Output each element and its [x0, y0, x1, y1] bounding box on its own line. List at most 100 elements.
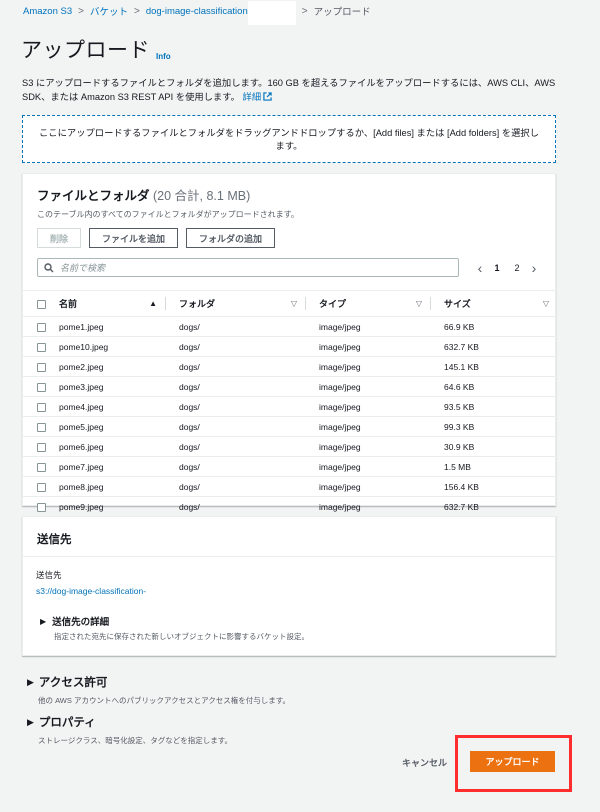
breadcrumb-bucket-name[interactable]: dog-image-classification [146, 6, 248, 17]
destination-details-toggle[interactable]: ▶ 送信先の詳細 [40, 614, 110, 629]
file-type: image/jpeg [305, 376, 430, 397]
next-page-icon[interactable]: › [527, 260, 541, 276]
caret-right-icon: ▶ [27, 716, 34, 727]
row-checkbox[interactable] [37, 402, 46, 412]
prev-page-icon[interactable]: ‹ [473, 260, 487, 276]
table-row[interactable]: pome4.jpeg dogs/image/jpeg 93.5 KB [23, 396, 557, 417]
row-checkbox[interactable] [37, 382, 46, 392]
file-dropzone[interactable]: ここにアップロードするファイルとフォルダをドラッグアンドドロップするか、[Add… [22, 115, 556, 163]
add-folder-button[interactable]: フォルダの追加 [186, 228, 276, 248]
redaction-mask [247, 1, 296, 25]
file-type: image/jpeg [305, 356, 430, 377]
row-checkbox[interactable] [37, 322, 46, 332]
search-icon [44, 262, 54, 272]
row-checkbox[interactable] [37, 462, 46, 472]
column-size-label: サイズ [444, 299, 471, 309]
row-checkbox[interactable] [37, 502, 46, 512]
file-type: image/jpeg [305, 396, 430, 417]
files-count: (20 合計, 8.1 MB) [153, 189, 251, 203]
permissions-desc: 他の AWS アカウントへのパブリックアクセスとアクセス権を付与します。 [38, 696, 290, 705]
file-type: image/jpeg [305, 456, 430, 477]
column-header-type[interactable]: タイプ ▽ [305, 290, 430, 317]
row-checkbox[interactable] [37, 362, 46, 372]
table-row[interactable]: pome3.jpeg dogs/image/jpeg 64.6 KB [23, 376, 557, 397]
file-name: pome3.jpeg [59, 376, 165, 397]
file-type: image/jpeg [305, 316, 430, 337]
file-folder: dogs/ [165, 376, 305, 397]
delete-button[interactable]: 削除 [37, 228, 82, 248]
row-checkbox-cell [23, 416, 59, 437]
files-subtitle: このテーブル内のすべてのファイルとフォルダがアップロードされます。 [37, 210, 299, 219]
breadcrumb-amazon-s3[interactable]: Amazon S3 [23, 6, 72, 17]
sort-icon: ▽ [290, 299, 297, 308]
table-row[interactable]: pome7.jpeg dogs/image/jpeg 1.5 MB [23, 456, 557, 477]
info-link[interactable]: Info [156, 52, 171, 61]
column-header-name[interactable]: 名前 ▲ [59, 290, 165, 317]
file-folder: dogs/ [165, 456, 305, 477]
properties-toggle[interactable]: ▶ プロパティ [27, 714, 232, 730]
file-size: 632.7 KB [430, 336, 557, 357]
external-link-icon [263, 92, 272, 101]
table-row[interactable]: pome6.jpeg dogs/image/jpeg 30.9 KB [23, 436, 557, 457]
properties-section: ▶ プロパティ ストレージクラス、暗号化設定、タグなどを指定します。 [27, 714, 232, 746]
file-type: image/jpeg [305, 436, 430, 457]
file-folder: dogs/ [165, 316, 305, 337]
table-row[interactable]: pome8.jpeg dogs/image/jpeg 156.4 KB [23, 476, 557, 497]
file-name: pome5.jpeg [59, 416, 165, 437]
table-row[interactable]: pome1.jpeg dogs/image/jpeg 66.9 KB [23, 316, 557, 337]
row-checkbox-cell [23, 476, 59, 497]
upload-button[interactable]: アップロード [470, 751, 555, 772]
file-name: pome10.jpeg [59, 336, 165, 357]
table-row[interactable]: pome2.jpeg dogs/image/jpeg 145.1 KB [23, 356, 557, 377]
table-row[interactable]: pome9.jpeg dogs/image/jpeg 632.7 KB [23, 496, 557, 517]
file-size: 66.9 KB [430, 316, 557, 337]
select-all-checkbox[interactable] [37, 299, 46, 309]
search-input[interactable]: 名前で検索 [37, 258, 459, 277]
caret-right-icon: ▶ [27, 676, 34, 687]
row-checkbox-cell [23, 456, 59, 477]
properties-desc: ストレージクラス、暗号化設定、タグなどを指定します。 [38, 736, 232, 745]
sort-icon: ▽ [542, 299, 549, 308]
add-files-button[interactable]: ファイルを追加 [89, 228, 179, 248]
row-checkbox-cell [23, 396, 59, 417]
permissions-toggle[interactable]: ▶ アクセス許可 [27, 674, 290, 690]
dropzone-text: ここにアップロードするファイルとフォルダをドラッグアンドドロップするか、[Add… [39, 128, 539, 151]
file-name: pome8.jpeg [59, 476, 165, 497]
row-checkbox-cell [23, 316, 59, 337]
table-row[interactable]: pome10.jpeg dogs/image/jpeg 632.7 KB [23, 336, 557, 357]
table-row[interactable]: pome5.jpeg dogs/image/jpeg 99.3 KB [23, 416, 557, 437]
file-folder: dogs/ [165, 496, 305, 517]
destination-label: 送信先 [36, 570, 62, 580]
chevron-right-icon: > [78, 5, 84, 17]
destination-link[interactable]: s3://dog-image-classification- [36, 586, 146, 596]
row-checkbox-cell [23, 436, 59, 457]
cancel-button[interactable]: キャンセル [402, 756, 447, 769]
permissions-section: ▶ アクセス許可 他の AWS アカウントへのパブリックアクセスとアクセス権を付… [27, 674, 290, 706]
learn-more-link[interactable]: 詳細 [243, 92, 273, 102]
row-checkbox[interactable] [37, 342, 46, 352]
page-title: アップロード [21, 39, 150, 62]
sort-icon: ▽ [415, 299, 422, 308]
breadcrumb-buckets[interactable]: バケット [90, 4, 128, 18]
files-and-folders-panel: ファイルとフォルダ (20 合計, 8.1 MB) このテーブル内のすべてのファ… [22, 173, 557, 517]
page-1[interactable]: 1 [487, 263, 507, 273]
row-checkbox[interactable] [37, 422, 46, 432]
row-checkbox-cell [23, 336, 59, 357]
column-header-size[interactable]: サイズ ▽ [430, 290, 557, 317]
file-folder: dogs/ [165, 416, 305, 437]
breadcrumb-current: アップロード [313, 7, 371, 18]
column-header-folder[interactable]: フォルダ ▽ [165, 290, 305, 317]
file-size: 145.1 KB [430, 356, 557, 377]
file-size: 64.6 KB [430, 376, 557, 397]
properties-title: プロパティ [38, 717, 96, 729]
breadcrumb: Amazon S3 > バケット > dog-image-classificat… [23, 1, 371, 25]
files-title: ファイルとフォルダ (20 合計, 8.1 MB) [37, 185, 541, 204]
destination-details-title: 送信先の詳細 [52, 617, 110, 628]
row-checkbox[interactable] [37, 442, 46, 452]
file-name: pome4.jpeg [59, 396, 165, 417]
file-size: 1.5 MB [430, 456, 557, 477]
sort-ascending-icon: ▲ [149, 299, 157, 308]
file-folder: dogs/ [165, 396, 305, 417]
row-checkbox[interactable] [37, 482, 46, 492]
page-2[interactable]: 2 [507, 263, 527, 273]
